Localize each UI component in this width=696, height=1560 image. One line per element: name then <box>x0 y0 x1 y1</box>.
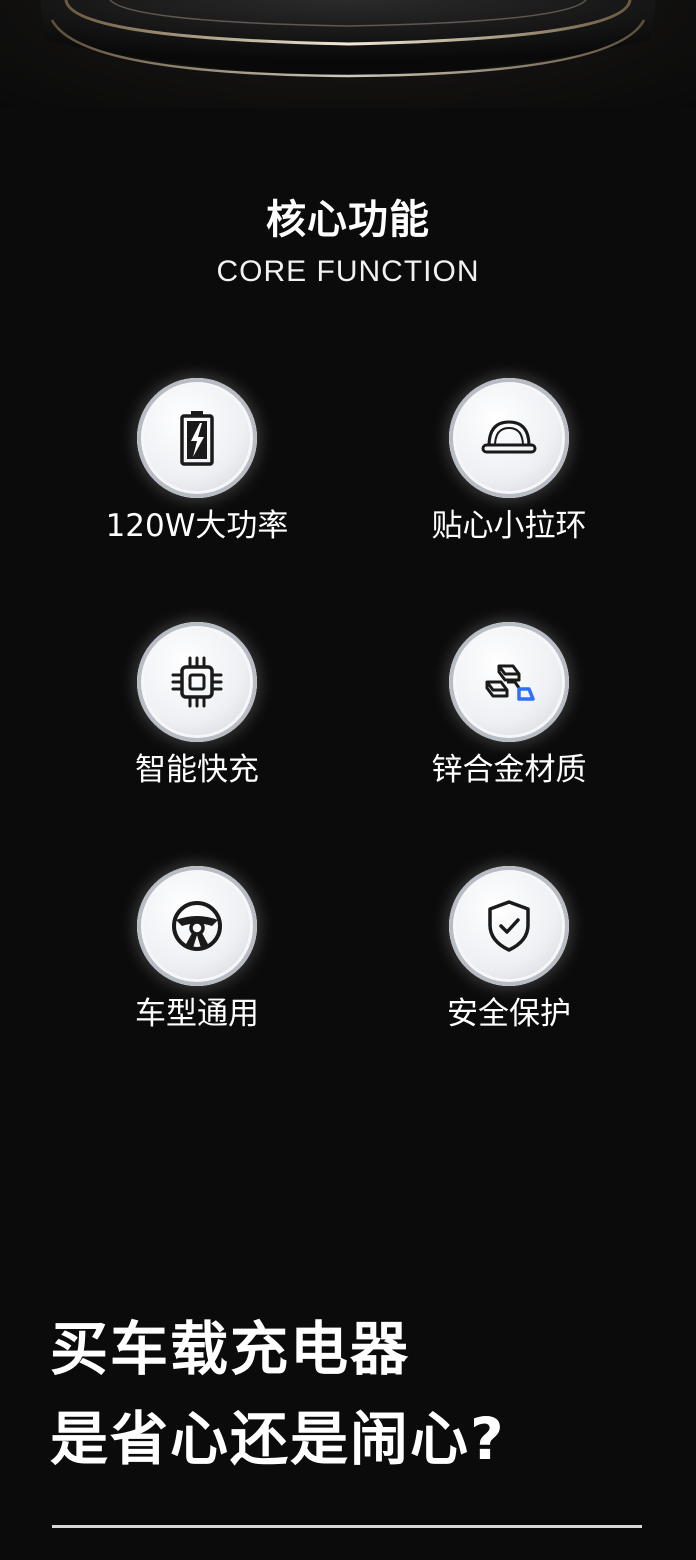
feature-badge <box>449 866 569 986</box>
headline-line-2: 是省心还是闹心? <box>50 1405 506 1473</box>
feature-pull-ring: 贴心小拉环 <box>389 378 629 558</box>
feature-smart-fast-charge: 智能快充 <box>77 622 317 802</box>
battery-charging-icon <box>180 411 214 466</box>
feature-zinc-alloy: 锌合金材质 <box>389 622 629 802</box>
steering-wheel-icon <box>172 901 222 951</box>
feature-label: 安全保护 <box>447 996 571 1032</box>
shield-check-icon <box>488 900 530 952</box>
feature-label: 锌合金材质 <box>431 752 587 788</box>
feature-high-power: 120W大功率 <box>77 378 317 558</box>
feature-badge <box>137 378 257 498</box>
feature-label: 120W大功率 <box>105 508 289 544</box>
section-subtitle: CORE FUNCTION <box>216 255 480 288</box>
section-title: 核心功能 <box>266 197 430 243</box>
chip-icon <box>171 656 223 708</box>
feature-badge <box>137 622 257 742</box>
feature-label: 贴心小拉环 <box>431 508 587 544</box>
charger-ring-image <box>40 0 656 78</box>
product-photo-banner <box>0 0 696 108</box>
feature-label: 车型通用 <box>135 996 259 1032</box>
feature-badge <box>449 622 569 742</box>
metal-ingots-icon <box>485 664 535 701</box>
feature-safety-protection: 安全保护 <box>389 866 629 1046</box>
headline-line-1: 买车载充电器 <box>50 1315 411 1383</box>
feature-badge <box>449 378 569 498</box>
feature-label: 智能快充 <box>135 752 259 788</box>
divider <box>52 1525 642 1528</box>
feature-universal-fit: 车型通用 <box>77 866 317 1046</box>
feature-badge <box>137 866 257 986</box>
pull-ring-icon <box>481 420 537 454</box>
